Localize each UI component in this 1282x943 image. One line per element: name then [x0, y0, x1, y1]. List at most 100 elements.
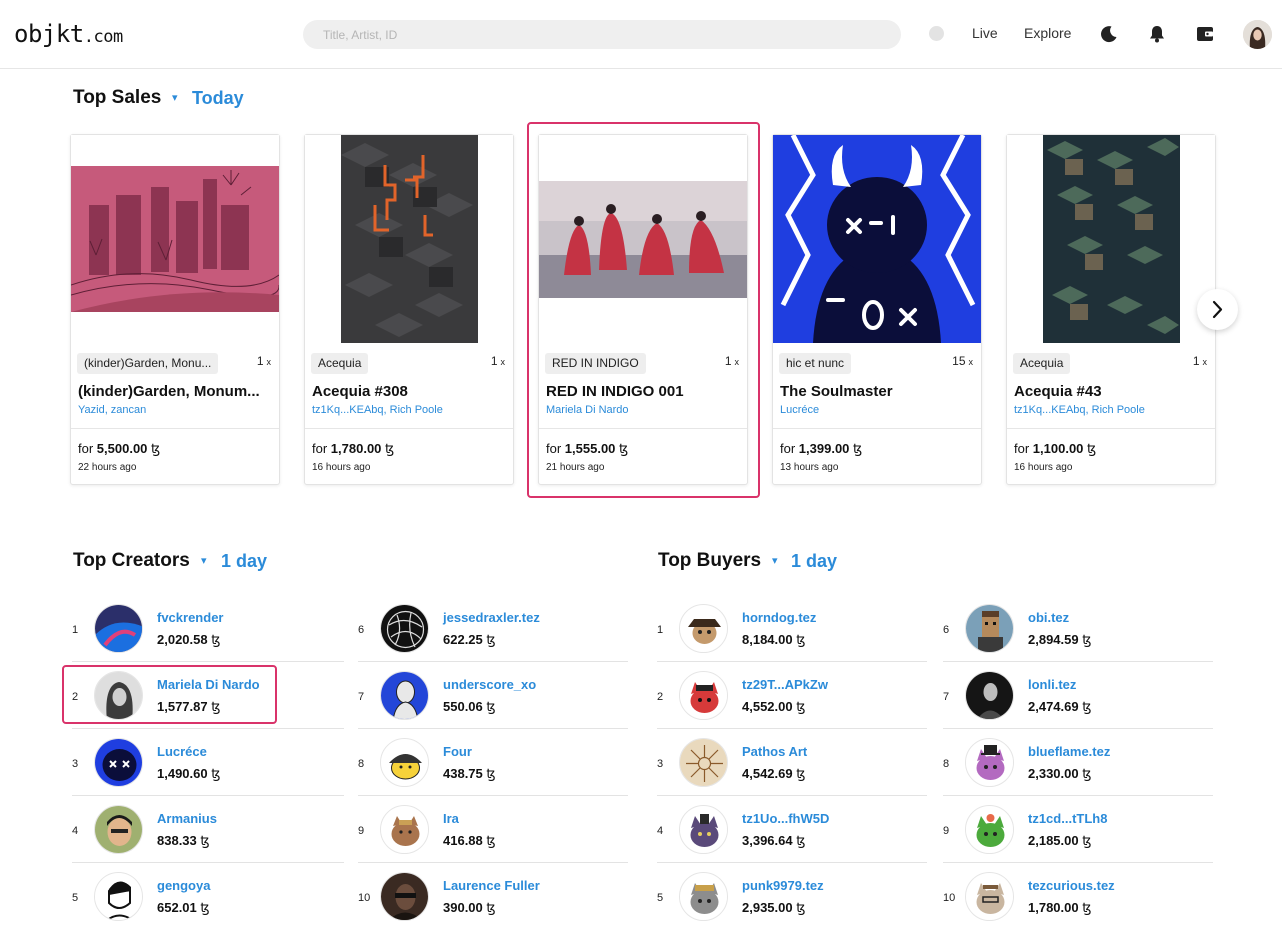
top-sales-period-select[interactable]: Today — [192, 88, 244, 109]
caret-down-icon[interactable]: ▾ — [772, 554, 778, 567]
logo-main: objkt — [14, 20, 84, 48]
creator-row[interactable]: 7 underscore_xo 550.06 ꜩ — [358, 662, 628, 729]
rank-number: 7 — [358, 691, 365, 703]
top-buyers-period-select[interactable]: 1 day — [791, 551, 837, 572]
creator-row[interactable]: 5 gengoya 652.01 ꜩ — [72, 863, 344, 930]
rank-number: 10 — [943, 892, 956, 904]
buyer-row[interactable]: 8 blueflame.tez 2,330.00 ꜩ — [943, 729, 1213, 796]
card-divider — [773, 428, 981, 429]
collection-tag[interactable]: (kinder)Garden, Monu... — [77, 353, 219, 374]
buyer-name-link[interactable]: tezcurious.tez — [1028, 878, 1115, 893]
rank-number: 2 — [657, 691, 664, 703]
sale-card[interactable]: (kinder)Garden, Monu... 1x (kinder)Garde… — [70, 134, 280, 485]
caret-down-icon[interactable]: ▾ — [172, 91, 178, 104]
sale-card[interactable]: Acequia 1x Acequia #43 tz1Kq...KEAbq, Ri… — [1006, 134, 1216, 485]
artwork-title[interactable]: Acequia #308 — [312, 383, 508, 400]
wallet-icon[interactable] — [1195, 24, 1215, 44]
highlight-outline — [527, 122, 760, 498]
artwork-title[interactable]: The Soulmaster — [780, 383, 976, 400]
bell-icon[interactable] — [1147, 24, 1167, 44]
rank-number: 1 — [72, 624, 79, 636]
creator-row[interactable]: 8 Four 438.75 ꜩ — [358, 729, 628, 796]
creator-name-link[interactable]: jessedraxler.tez — [443, 610, 540, 625]
buyer-row[interactable]: 6 obi.tez 2,894.59 ꜩ — [943, 595, 1213, 662]
logo-suffix: .com — [83, 27, 123, 47]
buyer-row[interactable]: 5 punk9979.tez 2,935.00 ꜩ — [657, 863, 927, 930]
artist-link[interactable]: Lucréce — [780, 404, 819, 416]
chevron-right-icon — [1212, 300, 1223, 319]
creator-row[interactable]: 6 jessedraxler.tez 622.25 ꜩ — [358, 595, 628, 662]
creator-name-link[interactable]: Lucréce — [157, 744, 207, 759]
buyer-row[interactable]: 2 tz29T...APkZw 4,552.00 ꜩ — [657, 662, 927, 729]
rank-number: 3 — [657, 758, 664, 770]
sale-price: for 1,399.00 ꜩ — [780, 441, 863, 456]
creator-row[interactable]: 3 Lucréce 1,490.60 ꜩ — [72, 729, 344, 796]
artist-link[interactable]: tz1Kq...KEAbq, Rich Poole — [1014, 404, 1145, 416]
creator-name-link[interactable]: underscore_xo — [443, 677, 536, 692]
creator-row[interactable]: 10 Laurence Fuller 390.00 ꜩ — [358, 863, 628, 930]
sale-time: 16 hours ago — [312, 462, 371, 473]
edition-count: 1x — [490, 354, 505, 368]
buyer-name-link[interactable]: tz1cd...tTLh8 — [1028, 811, 1107, 826]
artwork-image — [71, 135, 279, 343]
creator-row[interactable]: 1 fvckrender 2,020.58 ꜩ — [72, 595, 344, 662]
creator-name-link[interactable]: Armanius — [157, 811, 217, 826]
site-logo[interactable]: objkt.com — [14, 20, 123, 48]
buyer-row[interactable]: 7 lonli.tez 2,474.69 ꜩ — [943, 662, 1213, 729]
buyer-row[interactable]: 10 tezcurious.tez 1,780.00 ꜩ — [943, 863, 1213, 930]
creator-volume: 390.00 ꜩ — [443, 900, 496, 915]
buyer-row[interactable]: 4 tz1Uo...fhW5D 3,396.64 ꜩ — [657, 796, 927, 863]
nav-live-link[interactable]: Live — [972, 25, 998, 41]
connection-status-indicator — [929, 26, 944, 41]
user-avatar[interactable] — [1243, 20, 1272, 49]
creator-name-link[interactable]: Ira — [443, 811, 459, 826]
caret-down-icon[interactable]: ▾ — [201, 554, 207, 567]
creator-row[interactable]: 9 Ira 416.88 ꜩ — [358, 796, 628, 863]
buyer-name-link[interactable]: tz29T...APkZw — [742, 677, 828, 692]
artwork-title[interactable]: Acequia #43 — [1014, 383, 1210, 400]
moon-icon[interactable] — [1099, 24, 1119, 44]
creator-name-link[interactable]: fvckrender — [157, 610, 223, 625]
sale-card[interactable]: Acequia 1x Acequia #308 tz1Kq...KEAbq, R… — [304, 134, 514, 485]
buyer-volume: 2,474.69 ꜩ — [1028, 699, 1092, 714]
buyer-name-link[interactable]: blueflame.tez — [1028, 744, 1110, 759]
buyer-row[interactable]: 1 horndog.tez 8,184.00 ꜩ — [657, 595, 927, 662]
creator-name-link[interactable]: Four — [443, 744, 472, 759]
collection-tag[interactable]: Acequia — [311, 353, 369, 374]
buyer-name-link[interactable]: tz1Uo...fhW5D — [742, 811, 829, 826]
sale-time: 16 hours ago — [1014, 462, 1073, 473]
avatar — [965, 872, 1014, 921]
buyer-row[interactable]: 3 Pathos Art 4,542.69 ꜩ — [657, 729, 927, 796]
artwork-title[interactable]: (kinder)Garden, Monum... — [78, 383, 274, 400]
buyer-name-link[interactable]: obi.tez — [1028, 610, 1069, 625]
creator-name-link[interactable]: Laurence Fuller — [443, 878, 540, 893]
buyer-volume: 8,184.00 ꜩ — [742, 632, 806, 647]
rank-number: 9 — [943, 825, 950, 837]
buyer-name-link[interactable]: horndog.tez — [742, 610, 816, 625]
artist-link[interactable]: Yazid, zancan — [78, 404, 146, 416]
avatar — [965, 671, 1014, 720]
edition-count: 15 x — [952, 354, 973, 368]
sale-time: 13 hours ago — [780, 462, 839, 473]
avatar — [679, 872, 728, 921]
creator-name-link[interactable]: gengoya — [157, 878, 210, 893]
card-divider — [305, 428, 513, 429]
sale-price: for 5,500.00 ꜩ — [78, 441, 161, 456]
buyer-name-link[interactable]: Pathos Art — [742, 744, 807, 759]
carousel-next-button[interactable] — [1197, 289, 1238, 330]
collection-tag[interactable]: hic et nunc — [779, 353, 852, 374]
top-creators-period-select[interactable]: 1 day — [221, 551, 267, 572]
sale-card[interactable]: hic et nunc 15 x The Soulmaster Lucréce f… — [772, 134, 982, 485]
creator-row[interactable]: 4 Armanius 838.33 ꜩ — [72, 796, 344, 863]
collection-tag[interactable]: Acequia — [1013, 353, 1071, 374]
buyer-row[interactable]: 9 tz1cd...tTLh8 2,185.00 ꜩ — [943, 796, 1213, 863]
artist-link[interactable]: tz1Kq...KEAbq, Rich Poole — [312, 404, 443, 416]
buyer-name-link[interactable]: lonli.tez — [1028, 677, 1076, 692]
rank-number: 4 — [657, 825, 664, 837]
buyer-volume: 2,935.00 ꜩ — [742, 900, 806, 915]
buyer-name-link[interactable]: punk9979.tez — [742, 878, 824, 893]
nav-explore-link[interactable]: Explore — [1024, 25, 1071, 41]
avatar — [679, 604, 728, 653]
sale-price: for 1,780.00 ꜩ — [312, 441, 395, 456]
search-input[interactable] — [303, 20, 901, 49]
